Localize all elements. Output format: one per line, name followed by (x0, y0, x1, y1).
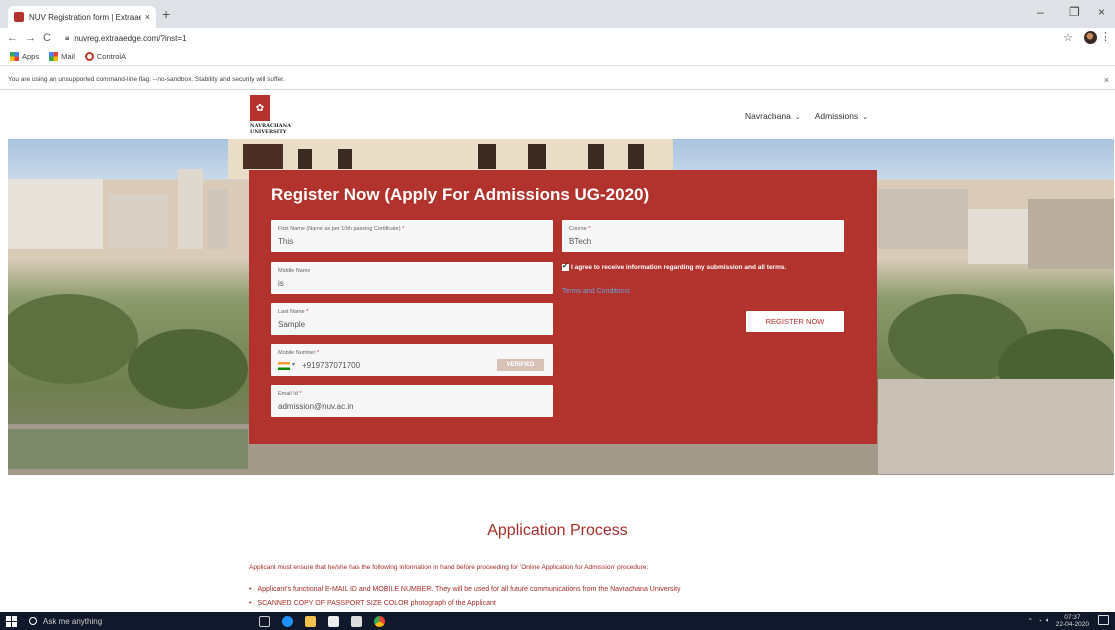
first-name-field[interactable]: First Name (Name as per 10th passing Cer… (271, 220, 553, 252)
bookmark-apps[interactable]: Apps (10, 52, 39, 61)
agree-checkbox[interactable] (562, 261, 569, 271)
edge-icon[interactable] (282, 615, 293, 627)
volume-icon[interactable]: 🔈︎ (1046, 617, 1050, 625)
windows-taskbar: Ask me anything ⌃ ◔ 🔈︎ 07:37 22-04-2020 (0, 612, 1115, 630)
agree-consent: I agree to receive information regarding… (562, 261, 787, 271)
register-now-button[interactable]: REGISTER NOW (746, 311, 844, 332)
minimize-button[interactable]: – (1037, 5, 1044, 19)
file-explorer-icon[interactable] (305, 615, 316, 627)
screen: NUV Registration form | Extraaed × + – ❐… (0, 0, 1115, 630)
browser-tab[interactable]: NUV Registration form | Extraaed × (8, 6, 156, 28)
restore-button[interactable]: ❐ (1069, 5, 1080, 19)
logo-text: NAVRACHANA UNIVERSITY (250, 123, 292, 135)
nav-item-navrachana[interactable]: Navrachana ⌄ (745, 111, 801, 121)
bookmark-mail[interactable]: Mail (49, 52, 75, 61)
course-select[interactable]: Course * BTech (562, 220, 844, 252)
profile-avatar[interactable] (1084, 31, 1097, 44)
university-logo[interactable]: ✿ NAVRACHANA UNIVERSITY (250, 95, 296, 135)
new-tab-button[interactable]: + (162, 6, 170, 22)
infobar-message: You are using an unsupported command-lin… (8, 76, 285, 83)
list-item: Applicant's functional E-MAIL ID and MOB… (249, 586, 680, 600)
chevron-down-icon: ⌄ (794, 114, 801, 121)
verified-badge: VERIFIED (497, 359, 544, 371)
application-process-intro: Applicant must ensure that he/she has th… (249, 564, 649, 571)
apps-grid-icon (10, 52, 19, 61)
chrome-icon[interactable] (374, 615, 385, 627)
nav-item-admissions[interactable]: Admissions ⌄ (815, 111, 868, 121)
required-asterisk: * (402, 226, 405, 232)
agree-label: I agree to receive information regarding… (571, 264, 787, 271)
bookmark-controla[interactable]: ControlA (84, 52, 126, 61)
bookmarks-bar: Apps Mail ControlA (0, 48, 1115, 66)
network-icon[interactable]: ◔ (1038, 618, 1042, 625)
tab-close-icon[interactable]: × (145, 12, 150, 22)
forward-arrow-icon[interactable]: → (25, 32, 36, 44)
india-flag-icon[interactable] (278, 362, 290, 370)
bookmark-star-icon[interactable]: ☆ (1063, 31, 1073, 44)
clock-time: 07:37 (1064, 614, 1081, 621)
warning-infobar: You are using an unsupported command-lin… (0, 70, 1115, 90)
chevron-down-icon: ⌄ (862, 114, 869, 121)
reload-icon[interactable]: C (43, 32, 51, 44)
browser-toolbar: ← → C 🔒︎ nuvreg.extraaedge.com/?inst=1 ☆… (0, 28, 1115, 48)
taskbar-search[interactable]: Ask me anything (29, 612, 209, 630)
registration-form-panel: Register Now (Apply For Admissions UG-20… (249, 170, 877, 444)
terms-link[interactable]: Terms and Conditions (562, 288, 630, 295)
last-name-value: Sample (278, 320, 306, 329)
clock-date: 22-04-2020 (1055, 621, 1089, 628)
course-label: Course (569, 226, 587, 232)
last-name-label: Last Name (278, 309, 305, 315)
mobile-number-label: Mobile Number (278, 350, 316, 356)
required-asterisk: * (306, 309, 309, 315)
store-icon[interactable] (328, 615, 339, 627)
email-field[interactable]: Email Id * admission@nuv.ac.in (271, 385, 553, 417)
taskbar-search-placeholder: Ask me anything (43, 616, 103, 626)
middle-name-value: is (278, 279, 284, 288)
form-title: Register Now (Apply For Admissions UG-20… (271, 185, 650, 204)
last-name-field[interactable]: Last Name * Sample (271, 303, 553, 335)
middle-name-label: Middle Name (278, 268, 311, 274)
site-favicon-icon (14, 12, 24, 22)
site-header: ✿ NAVRACHANA UNIVERSITY Navrachana ⌄ Admi… (0, 93, 1115, 139)
lock-icon[interactable]: 🔒︎ (65, 33, 69, 43)
notifications-icon[interactable] (1098, 615, 1109, 625)
controla-icon (84, 52, 94, 61)
address-bar[interactable]: nuvreg.extraaedge.com/?inst=1 (74, 34, 186, 43)
mail-app-icon[interactable] (351, 615, 362, 627)
infobar-close-icon[interactable]: × (1104, 75, 1109, 85)
first-name-value: This (278, 237, 294, 246)
task-view-icon[interactable] (259, 615, 270, 627)
middle-name-field[interactable]: Middle Name is (271, 262, 553, 294)
menu-kebab-icon[interactable]: ⋮ (1100, 30, 1111, 43)
back-arrow-icon[interactable]: ← (7, 32, 18, 44)
cortana-icon (29, 617, 37, 625)
mobile-number-field[interactable]: Mobile Number * ▾ +919737071700 VERIFIED (271, 344, 553, 376)
main-nav: Navrachana ⌄ Admissions ⌄ (745, 111, 882, 121)
tab-title: NUV Registration form | Extraaed (29, 12, 141, 22)
required-asterisk: * (299, 391, 302, 397)
application-process-title: Application Process (487, 522, 628, 539)
country-dropdown-icon[interactable]: ▾ (292, 361, 295, 368)
required-asterisk: * (316, 350, 319, 356)
email-label: Email Id (278, 391, 298, 397)
mail-icon (49, 52, 59, 61)
system-tray: ⌃ ◔ 🔈︎ 07:37 22-04-2020 (1027, 614, 1089, 628)
first-name-label: First Name (Name as per 10th passing Cer… (278, 226, 401, 232)
mobile-number-value: +919737071700 (302, 361, 361, 370)
browser-tabstrip: NUV Registration form | Extraaed × + – ❐… (0, 0, 1115, 28)
required-asterisk: * (588, 226, 591, 232)
requirements-list: Applicant's functional E-MAIL ID and MOB… (249, 586, 680, 614)
logo-emblem-icon: ✿ (250, 95, 270, 121)
clock[interactable]: 07:37 22-04-2020 (1056, 614, 1089, 628)
course-value: BTech (569, 237, 592, 246)
tray-chevron-icon[interactable]: ⌃ (1027, 617, 1032, 625)
window-close-button[interactable]: × (1098, 5, 1105, 19)
email-value: admission@nuv.ac.in (278, 402, 354, 411)
windows-start-icon[interactable] (6, 615, 17, 627)
